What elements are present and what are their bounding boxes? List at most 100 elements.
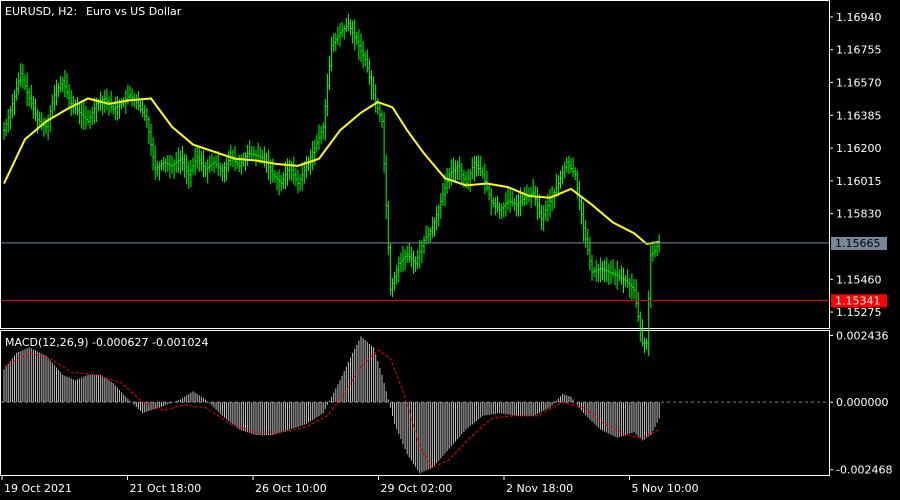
price-bar	[150, 123, 152, 156]
price-bar	[410, 246, 413, 268]
price-bar	[572, 157, 575, 178]
chart-symbol-label: EURUSD, H2:	[5, 5, 77, 18]
price-bar	[53, 84, 56, 111]
price-bar	[7, 108, 10, 133]
price-bar	[63, 69, 66, 97]
price-bar	[614, 269, 617, 286]
price-bar	[374, 84, 377, 113]
macd-signal-line	[3, 349, 660, 469]
price-bar	[387, 201, 390, 256]
price-bar	[412, 250, 415, 274]
price-bar	[626, 268, 629, 289]
price-bar	[74, 99, 77, 115]
price-bar	[187, 161, 190, 189]
price-bar	[250, 146, 253, 161]
price-bar	[563, 161, 566, 179]
price-bar	[441, 182, 444, 206]
price-bar	[160, 159, 163, 171]
price-bar	[460, 163, 463, 185]
price-bar	[301, 162, 304, 191]
price-bar	[630, 273, 633, 300]
price-bar	[511, 191, 514, 207]
price-bar	[385, 154, 388, 220]
price-bar	[217, 150, 220, 176]
price-axis-label: 1.16570	[836, 77, 882, 90]
price-bar	[40, 112, 43, 131]
price-bar	[204, 162, 207, 177]
price-bar	[570, 158, 572, 174]
price-bar	[620, 265, 623, 285]
price-bar	[446, 167, 449, 194]
price-bar	[156, 161, 159, 177]
price-bar	[601, 261, 604, 281]
price-bar	[427, 226, 430, 244]
price-bar	[9, 106, 12, 130]
price-bar	[255, 149, 257, 167]
price-bar	[418, 239, 421, 269]
price-bar	[120, 98, 123, 110]
price-bar	[328, 56, 331, 91]
trading-chart[interactable]: 1.16940 1.16755 1.16570 1.16385 1.16200 1.160…	[0, 0, 900, 500]
price-bar	[192, 157, 194, 175]
price-bar	[458, 156, 461, 181]
price-bar	[263, 146, 266, 168]
price-bar	[658, 234, 661, 253]
price-bar	[645, 338, 648, 350]
price-bar	[425, 225, 428, 245]
macd-axis-label: 0.002436	[836, 329, 889, 342]
price-bar	[339, 23, 341, 47]
macd-indicator-label: MACD(12,26,9) -0.000627 -0.001024	[5, 336, 208, 349]
price-bar	[513, 198, 516, 211]
price-bar	[131, 88, 134, 107]
price-bar	[215, 155, 218, 169]
price-bar	[435, 206, 438, 231]
price-bar	[477, 155, 480, 177]
price-bar	[307, 156, 310, 171]
price-bar	[389, 243, 392, 295]
price-bar	[326, 73, 329, 117]
price-bar	[257, 142, 260, 160]
price-bar	[431, 216, 434, 238]
price-bar	[561, 165, 564, 185]
price-bar	[551, 185, 554, 212]
price-bar	[549, 188, 551, 218]
price-bar	[624, 275, 627, 287]
price-bar	[135, 94, 138, 110]
price-bar	[202, 150, 205, 178]
price-bar	[565, 157, 568, 173]
price-bar	[282, 172, 285, 189]
price-bar	[55, 79, 58, 106]
price-bar	[116, 95, 119, 121]
price-bar	[452, 157, 455, 181]
price-bar	[68, 84, 71, 107]
price-bar	[393, 271, 396, 291]
price-bar	[21, 64, 24, 89]
price-bar	[28, 87, 31, 107]
time-axis-label: 26 Oct 10:00	[255, 482, 327, 495]
price-bar	[397, 256, 400, 283]
price-bar	[376, 97, 379, 115]
price-bar	[208, 155, 211, 173]
price-bar	[330, 36, 333, 71]
price-bar	[288, 159, 291, 181]
price-bar	[223, 161, 226, 183]
price-axis-label: 1.16940	[836, 11, 882, 24]
price-bar	[362, 41, 365, 69]
price-bar	[479, 156, 482, 177]
price-bar	[494, 197, 497, 216]
price-bar	[108, 96, 110, 116]
price-bar	[628, 278, 631, 298]
price-bar	[341, 21, 344, 38]
macd-axis-label: -0.002468	[836, 464, 892, 477]
price-bar	[618, 269, 621, 282]
price-bar	[399, 252, 402, 273]
price-bar	[609, 260, 612, 285]
price-bar	[347, 13, 350, 31]
price-bar	[584, 220, 587, 248]
price-bar	[406, 245, 409, 263]
price-bar	[185, 154, 188, 184]
time-axis-label: 2 Nov 18:00	[506, 482, 573, 495]
price-bar	[280, 174, 283, 191]
price-bar	[189, 159, 192, 188]
price-bar	[517, 193, 520, 217]
